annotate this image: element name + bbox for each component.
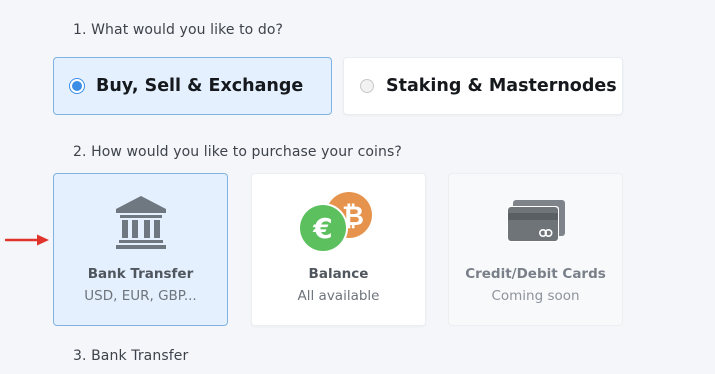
staking-masternodes-option[interactable]: Staking & Masternodes <box>343 57 623 115</box>
credit-debit-cards-card: Credit/Debit Cards Coming soon <box>448 173 623 326</box>
radio-selected[interactable] <box>70 79 84 93</box>
credit-cards-icon <box>449 192 622 254</box>
buy-sell-exchange-label: Buy, Sell & Exchange <box>96 76 304 96</box>
balance-card[interactable]: ₿ € Balance All available <box>251 173 426 326</box>
bank-transfer-title: Bank Transfer <box>87 266 194 282</box>
credit-debit-cards-subtitle: Coming soon <box>491 288 580 304</box>
radio-unselected[interactable] <box>360 79 374 93</box>
bank-transfer-card[interactable]: Bank Transfer USD, EUR, GBP... <box>53 173 228 326</box>
step-3-label: 3. Bank Transfer <box>73 348 189 364</box>
credit-debit-cards-title: Credit/Debit Cards <box>465 266 606 282</box>
balance-title: Balance <box>308 266 369 282</box>
bank-icon <box>54 192 227 254</box>
buy-sell-exchange-option[interactable]: Buy, Sell & Exchange <box>53 57 332 115</box>
bank-transfer-subtitle: USD, EUR, GBP... <box>84 288 197 304</box>
balance-subtitle: All available <box>297 288 380 304</box>
euro-bitcoin-coins-icon: ₿ € <box>252 192 425 254</box>
step-2-label: 2. How would you like to purchase your c… <box>73 144 402 160</box>
step-1-label: 1. What would you like to do? <box>73 22 284 38</box>
red-arrow-icon <box>4 232 51 251</box>
staking-masternodes-label: Staking & Masternodes <box>386 76 617 96</box>
svg-text:€: € <box>312 212 332 245</box>
